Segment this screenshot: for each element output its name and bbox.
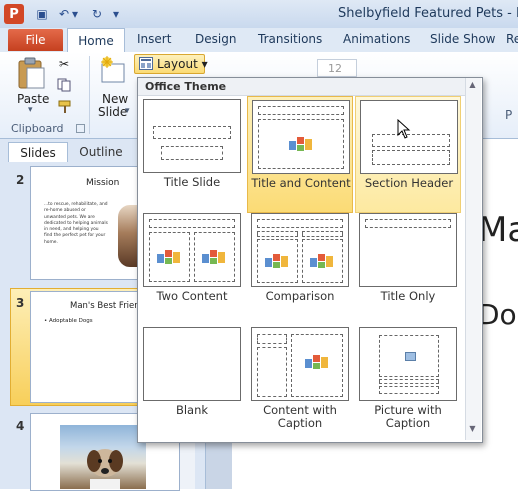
layout-label: Two Content xyxy=(156,289,228,303)
redo-icon[interactable]: ↻ xyxy=(88,5,106,23)
layout-picture-with-caption[interactable]: Picture with Caption xyxy=(355,324,461,441)
undo-dropdown-icon[interactable]: ▾ xyxy=(70,5,80,23)
new-slide-label-2[interactable]: Slide xyxy=(98,105,127,119)
layout-title-slide[interactable]: Title Slide xyxy=(139,96,245,213)
tab-slides[interactable]: Slides xyxy=(8,142,68,162)
paragraph-group-label: P xyxy=(505,108,513,122)
layout-thumbnail xyxy=(143,99,241,173)
layout-thumbnail xyxy=(252,100,350,174)
content-placeholder-icon xyxy=(202,250,225,264)
tab-review[interactable]: Re xyxy=(506,32,518,46)
content-placeholder-icon xyxy=(305,355,328,369)
layout-label: Title and Content xyxy=(251,176,351,190)
format-painter-icon[interactable] xyxy=(57,100,73,114)
font-size-box[interactable]: 12 xyxy=(317,59,357,77)
layout-thumbnail xyxy=(143,327,241,401)
layout-thumbnail xyxy=(251,213,349,287)
slide-2-text: ...to rescue, rehabilitate, and re-home … xyxy=(44,202,108,245)
layout-label: Picture with Caption xyxy=(374,403,442,430)
tab-insert[interactable]: Insert xyxy=(137,32,171,46)
content-placeholder-icon xyxy=(310,254,333,268)
layout-thumbnail xyxy=(251,327,349,401)
tab-file[interactable]: File xyxy=(8,29,63,51)
customize-qat-icon[interactable]: ▾ xyxy=(110,5,122,23)
tab-animations[interactable]: Animations xyxy=(343,32,410,46)
layout-label: Section Header xyxy=(364,176,454,190)
tab-transitions[interactable]: Transitions xyxy=(258,32,322,46)
layout-content-with-caption[interactable]: Content with Caption xyxy=(247,324,353,441)
slide-4-photo xyxy=(60,425,146,489)
layout-label: Comparison xyxy=(265,289,335,303)
paste-dropdown-icon[interactable]: ▾ xyxy=(28,105,33,115)
layout-thumbnail xyxy=(359,327,457,401)
clipboard-launcher-icon[interactable] xyxy=(76,124,85,133)
layout-two-content[interactable]: Two Content xyxy=(139,210,245,327)
paste-icon[interactable] xyxy=(16,56,46,90)
slide-title-text[interactable]: Mar xyxy=(478,210,518,250)
slide-body-text[interactable]: Dog xyxy=(478,298,518,331)
layout-thumbnail xyxy=(359,213,457,287)
new-slide-label-1[interactable]: New xyxy=(102,92,128,106)
gallery-scroll-down-icon[interactable]: ▼ xyxy=(466,424,479,436)
layout-title-only[interactable]: Title Only xyxy=(355,210,461,327)
tab-slide-show[interactable]: Slide Show xyxy=(430,32,495,46)
picture-placeholder-icon xyxy=(405,352,416,361)
layout-blank[interactable]: Blank xyxy=(139,324,245,441)
content-placeholder-icon xyxy=(289,137,312,151)
gallery-theme-header: Office Theme xyxy=(138,78,465,96)
slide-number: 2 xyxy=(16,173,25,187)
gallery-scroll-up-icon[interactable]: ▲ xyxy=(466,80,479,92)
new-slide-icon[interactable] xyxy=(99,56,127,86)
content-placeholder-icon xyxy=(157,250,180,264)
paste-label[interactable]: Paste xyxy=(17,92,49,106)
layout-comparison[interactable]: Comparison xyxy=(247,210,353,327)
window-title: Shelbyfield Featured Pets - Le xyxy=(338,6,518,21)
clipboard-group-label: Clipboard xyxy=(11,122,64,135)
layout-title-and-content[interactable]: Title and Content xyxy=(247,96,353,213)
layout-button-label[interactable]: Layout ▾ xyxy=(157,57,208,71)
tab-home[interactable]: Home xyxy=(67,28,125,53)
save-icon[interactable]: ▣ xyxy=(33,5,51,23)
slide-number: 3 xyxy=(16,296,25,310)
layout-label: Blank xyxy=(175,403,209,417)
layout-label: Content with Caption xyxy=(263,403,337,430)
layout-icon xyxy=(139,57,153,70)
slide-3-text: • Adoptable Dogs xyxy=(44,318,93,324)
layout-section-header[interactable]: Section Header xyxy=(355,96,461,213)
slide-2-title: Mission xyxy=(86,178,120,188)
cut-icon[interactable]: ✂ xyxy=(57,57,71,71)
layout-thumbnail xyxy=(143,213,241,287)
mouse-cursor-icon xyxy=(397,119,411,139)
slide-3-title: Man's Best Friend xyxy=(70,301,146,311)
powerpoint-app-icon[interactable]: P xyxy=(4,4,24,24)
copy-icon[interactable] xyxy=(57,78,73,92)
tab-design[interactable]: Design xyxy=(195,32,236,46)
content-placeholder-icon xyxy=(265,254,288,268)
gallery-scrollbar[interactable] xyxy=(465,78,481,440)
group-divider xyxy=(89,56,90,134)
tab-outline[interactable]: Outline xyxy=(70,142,132,161)
new-slide-dropdown-icon[interactable]: ▾ xyxy=(125,106,130,116)
slide-number: 4 xyxy=(16,419,25,433)
layout-label: Title Slide xyxy=(163,175,221,189)
layout-label: Title Only xyxy=(380,289,436,303)
